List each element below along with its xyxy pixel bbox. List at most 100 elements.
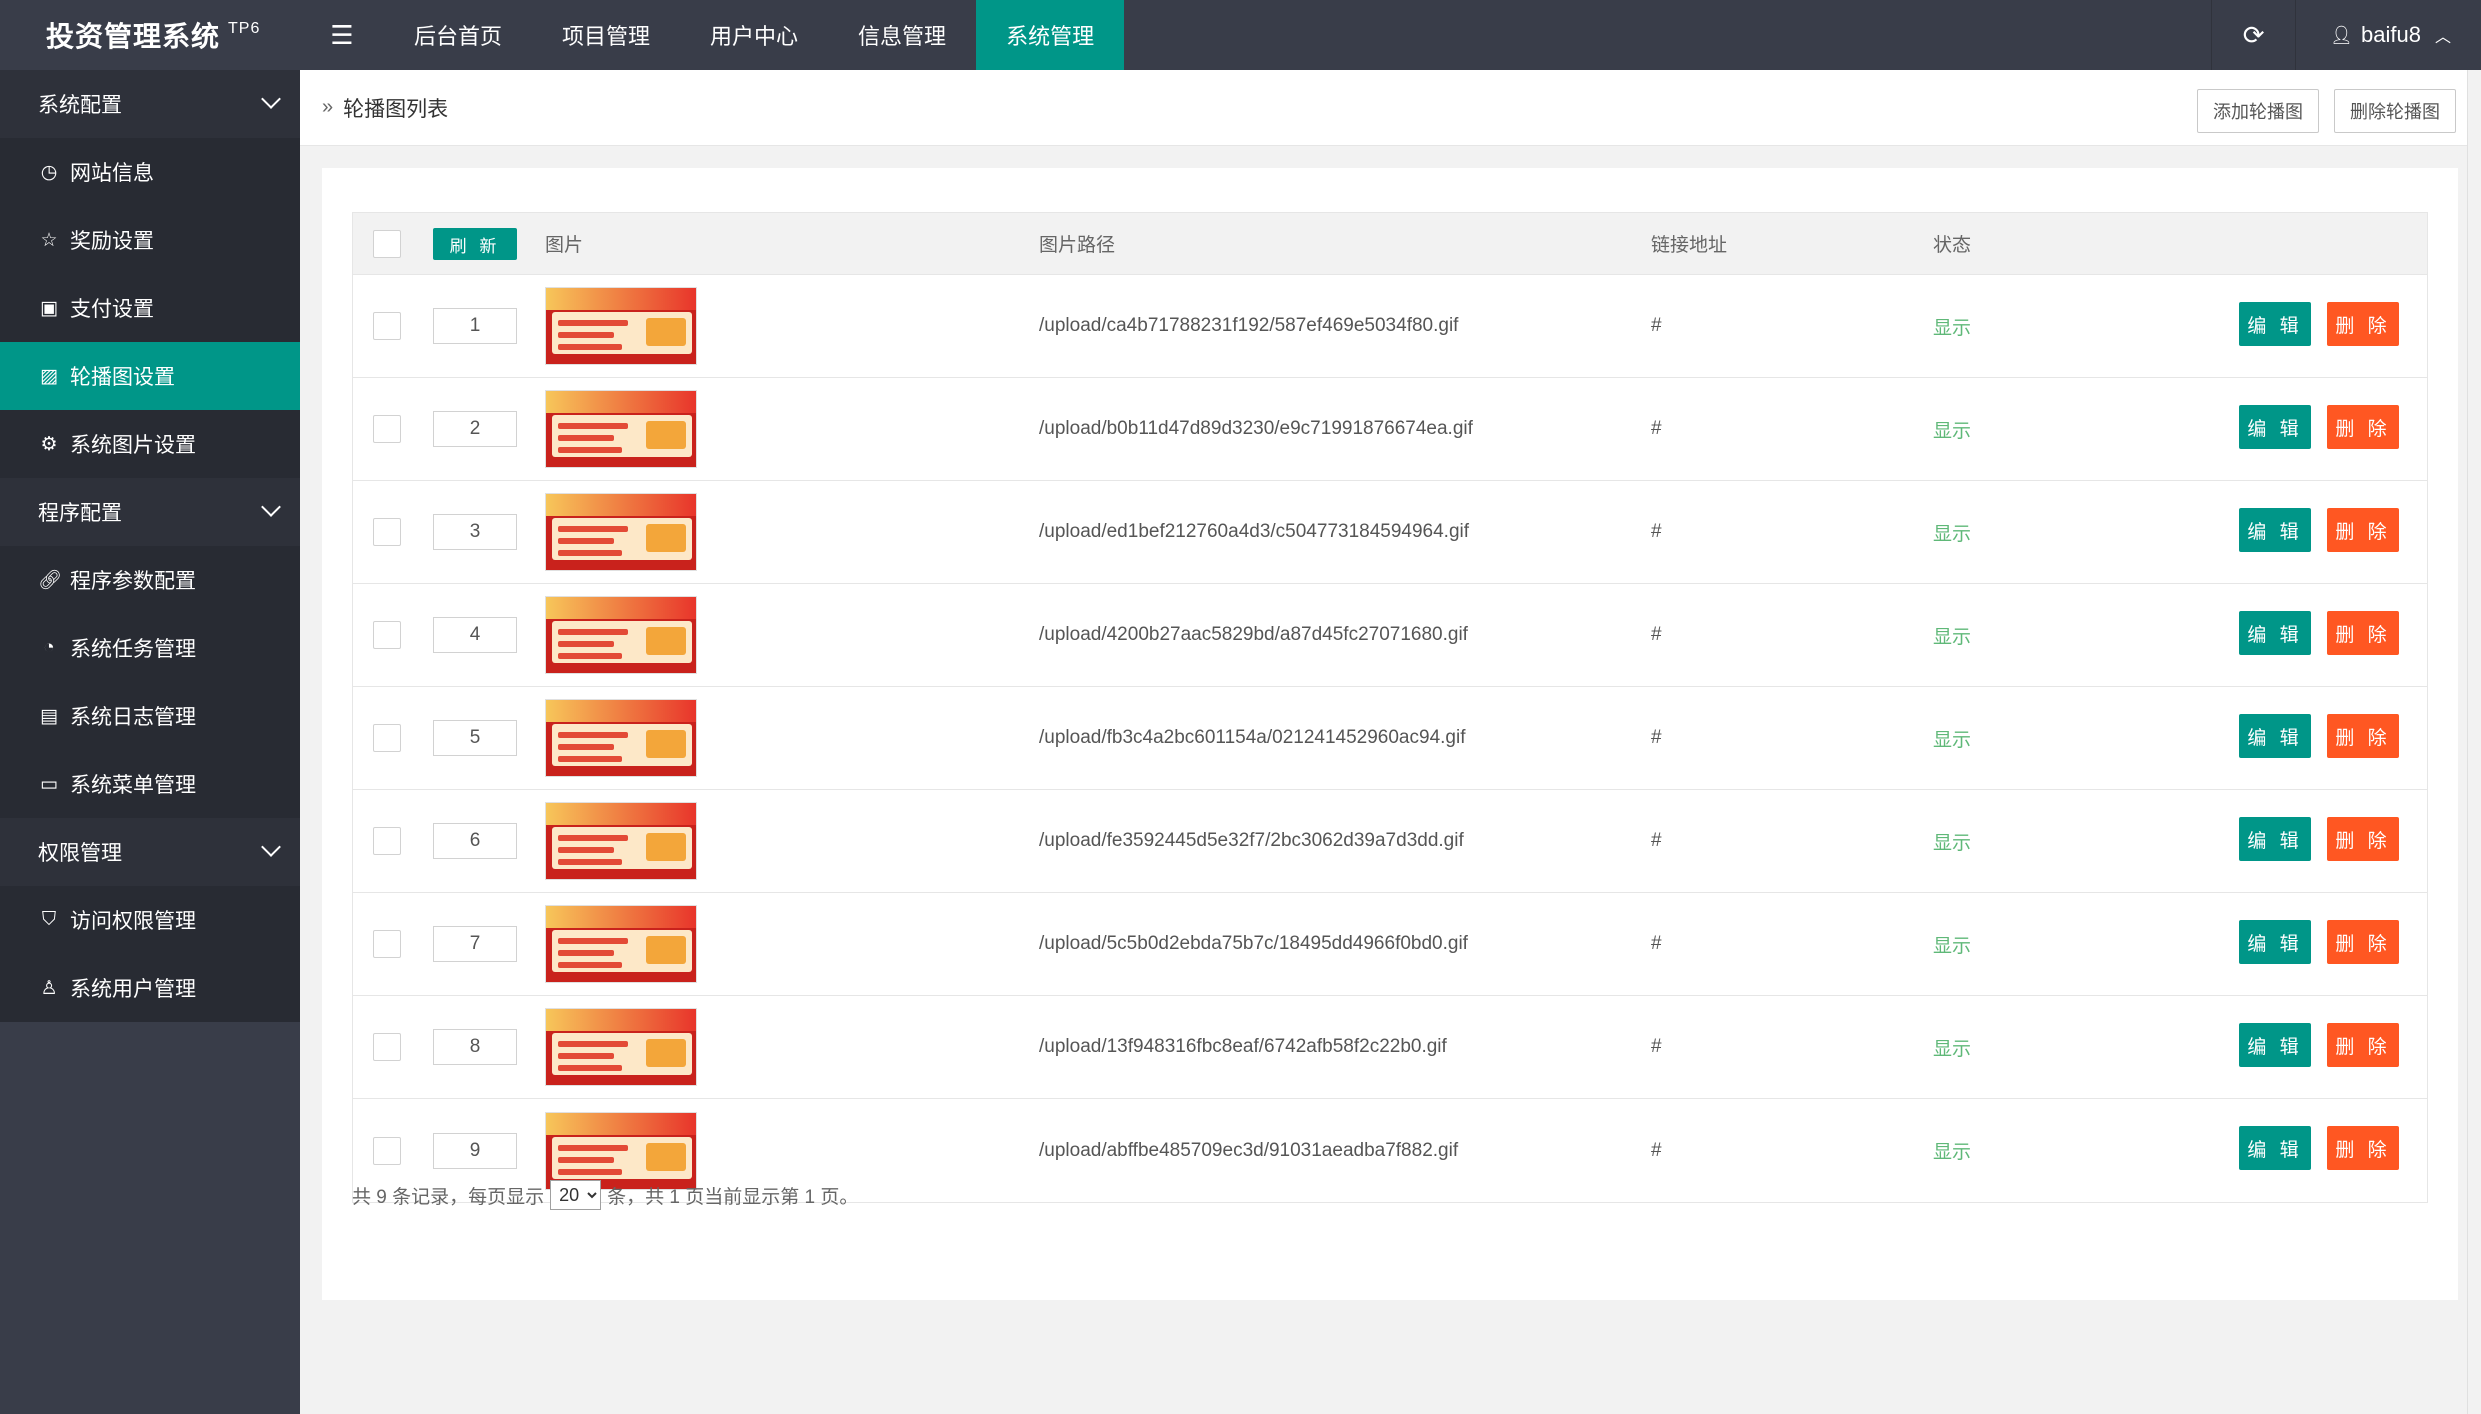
image-icon: ▨ [40,365,58,387]
row-checkbox[interactable] [373,621,401,649]
chevron-down-icon [261,89,281,109]
delete-button[interactable]: 删 除 [2327,611,2399,655]
sidebar-item-label: 轮播图设置 [70,366,175,389]
sidebar-item-label: 网站信息 [70,162,154,185]
carousel-thumbnail [545,390,697,468]
link-address: # [1651,315,1662,336]
delete-carousel-button[interactable]: 删除轮播图 [2334,89,2456,133]
image-path: /upload/fe3592445d5e32f7/2bc3062d39a7d3d… [1039,830,1464,851]
sidebar-item-access-permissions[interactable]: ⛉ 访问权限管理 [0,886,300,954]
link-address: # [1651,830,1662,851]
delete-button[interactable]: 删 除 [2327,302,2399,346]
top-nav-projects[interactable]: 项目管理 [532,0,680,70]
refresh-table-button[interactable]: 刷 新 [433,228,517,260]
delete-button[interactable]: 删 除 [2327,1023,2399,1067]
edit-button[interactable]: 编 辑 [2239,302,2311,346]
edit-button[interactable]: 编 辑 [2239,611,2311,655]
image-path: /upload/abffbe485709ec3d/91031aeadba7f88… [1039,1139,1459,1161]
edit-button[interactable]: 编 辑 [2239,1126,2311,1170]
sidebar-item-system-users[interactable]: ♙ 系统用户管理 [0,954,300,1022]
sidebar-item-label: 支付设置 [70,298,154,321]
top-nav-home[interactable]: 后台首页 [384,0,532,70]
row-checkbox[interactable] [373,827,401,855]
row-checkbox[interactable] [373,724,401,752]
edit-button[interactable]: 编 辑 [2239,1023,2311,1067]
user-menu[interactable]: 👤︎ baifu8 ︿ [2295,0,2481,70]
link-address: # [1651,727,1662,748]
table-body: /upload/ca4b71788231f192/587ef469e5034f8… [353,275,2427,1202]
clock-icon: ◔ [43,637,55,658]
sidebar-item-payment-settings[interactable]: ▣ 支付设置 [0,274,300,342]
sidebar-item-site-info[interactable]: ◷ 网站信息 [0,138,300,206]
pager-prefix: 共 9 条记录，每页显示 [352,1186,545,1208]
status-badge: 显示 [1933,626,1972,648]
edit-button[interactable]: 编 辑 [2239,817,2311,861]
sort-order-input[interactable] [433,926,517,962]
top-nav-users[interactable]: 用户中心 [680,0,828,70]
delete-button[interactable]: 删 除 [2327,714,2399,758]
sidebar-item-label: 奖励设置 [70,230,154,253]
edit-button[interactable]: 编 辑 [2239,920,2311,964]
sidebar-group-permissions[interactable]: 权限管理 [0,818,300,886]
sidebar-item-label: 系统图片设置 [70,434,196,457]
sidebar-item-system-menus[interactable]: ▭ 系统菜单管理 [0,750,300,818]
image-path: /upload/13f948316fbc8eaf/6742afb58f2c22b… [1039,1036,1447,1057]
row-checkbox[interactable] [373,312,401,340]
row-checkbox[interactable] [373,415,401,443]
table-row: /upload/4200b27aac5829bd/a87d45fc2707168… [353,584,2427,687]
sidebar-item-system-images[interactable]: ⚙ 系统图片设置 [0,410,300,478]
top-nav-system[interactable]: 系统管理 [976,0,1125,70]
username: baifu8 [2361,22,2421,47]
carousel-thumbnail [545,287,697,365]
header-status: 状态 [1933,235,1972,256]
table-card: 刷 新 图片 图片路径 链接地址 状态 /upload/ca4b71788231… [322,168,2458,1300]
select-all-checkbox[interactable] [373,229,401,258]
link-icon: 🔗︎ [38,570,63,591]
row-checkbox[interactable] [373,930,401,958]
row-checkbox[interactable] [373,1136,401,1165]
sort-order-input[interactable] [433,1132,517,1169]
delete-button[interactable]: 删 除 [2327,508,2399,552]
sort-order-input[interactable] [433,720,517,756]
row-checkbox[interactable] [373,1033,401,1061]
edit-button[interactable]: 编 辑 [2239,508,2311,552]
edit-button[interactable]: 编 辑 [2239,714,2311,758]
top-nav-info[interactable]: 信息管理 [828,0,976,70]
image-path: /upload/4200b27aac5829bd/a87d45fc2707168… [1039,624,1468,645]
delete-button[interactable]: 删 除 [2327,1126,2399,1170]
menu-toggle-icon[interactable]: ☰ [300,0,384,70]
delete-button[interactable]: 删 除 [2327,817,2399,861]
sidebar-item-program-params[interactable]: 🔗︎ 程序参数配置 [0,546,300,614]
sidebar-item-system-tasks[interactable]: ◔ 系统任务管理 [0,614,300,682]
sort-order-input[interactable] [433,617,517,653]
page-title: 轮播图列表 [343,97,449,121]
sidebar-group-system-config[interactable]: 系统配置 [0,70,300,138]
sidebar-group-label: 程序配置 [38,502,122,525]
refresh-icon[interactable]: ⟳ [2211,0,2295,70]
table-row: /upload/ca4b71788231f192/587ef469e5034f8… [353,275,2427,378]
dashboard-icon: ◷ [40,161,58,183]
link-address: # [1651,1036,1662,1057]
sort-order-input[interactable] [433,411,517,447]
sidebar-item-label: 系统任务管理 [70,638,196,661]
delete-button[interactable]: 删 除 [2327,920,2399,964]
add-carousel-button[interactable]: 添加轮播图 [2197,89,2319,133]
sidebar-group-program-config[interactable]: 程序配置 [0,478,300,546]
sidebar-item-label: 系统用户管理 [70,978,196,1001]
sort-order-input[interactable] [433,823,517,859]
carousel-thumbnail [545,905,697,983]
delete-button[interactable]: 删 除 [2327,405,2399,449]
carousel-thumbnail [545,1111,697,1190]
row-checkbox[interactable] [373,518,401,546]
per-page-select[interactable]: 20 [550,1180,602,1210]
sort-order-input[interactable] [433,308,517,344]
scrollbar[interactable] [2467,70,2481,1414]
sidebar-item-reward-settings[interactable]: ☆ 奖励设置 [0,206,300,274]
double-chevron-right-icon: » [322,96,334,118]
sort-order-input[interactable] [433,1029,517,1065]
sort-order-input[interactable] [433,514,517,550]
sidebar-item-carousel-settings[interactable]: ▨ 轮播图设置 [0,342,300,410]
sidebar-item-system-logs[interactable]: ▤ 系统日志管理 [0,682,300,750]
menu-card-icon: ▭ [40,773,58,795]
edit-button[interactable]: 编 辑 [2239,405,2311,449]
